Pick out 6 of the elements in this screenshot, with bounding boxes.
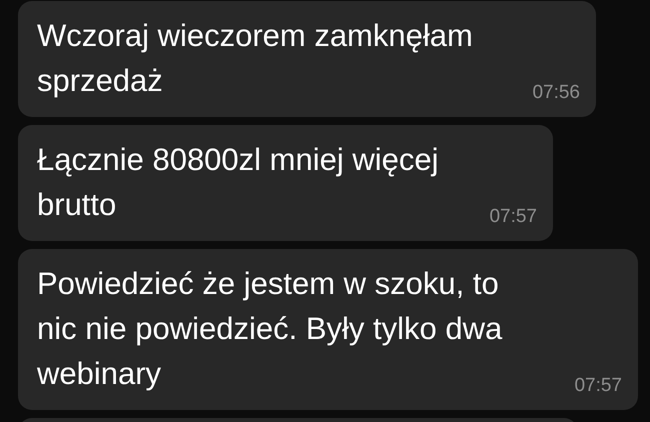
message-text: Wczoraj wieczorem zamknęłam sprzedaż: [37, 17, 474, 100]
message-time: 07:57: [574, 374, 622, 398]
message-time: 07:57: [489, 204, 537, 228]
message-time: 07:56: [532, 80, 580, 104]
message-text: Powiedzieć że jestem w szoku, to nic nie powiedzieć. Były tylko dwa webinary: [37, 265, 504, 393]
message-text: Łącznie 80800zl mniej więcej brutto: [37, 141, 440, 224]
